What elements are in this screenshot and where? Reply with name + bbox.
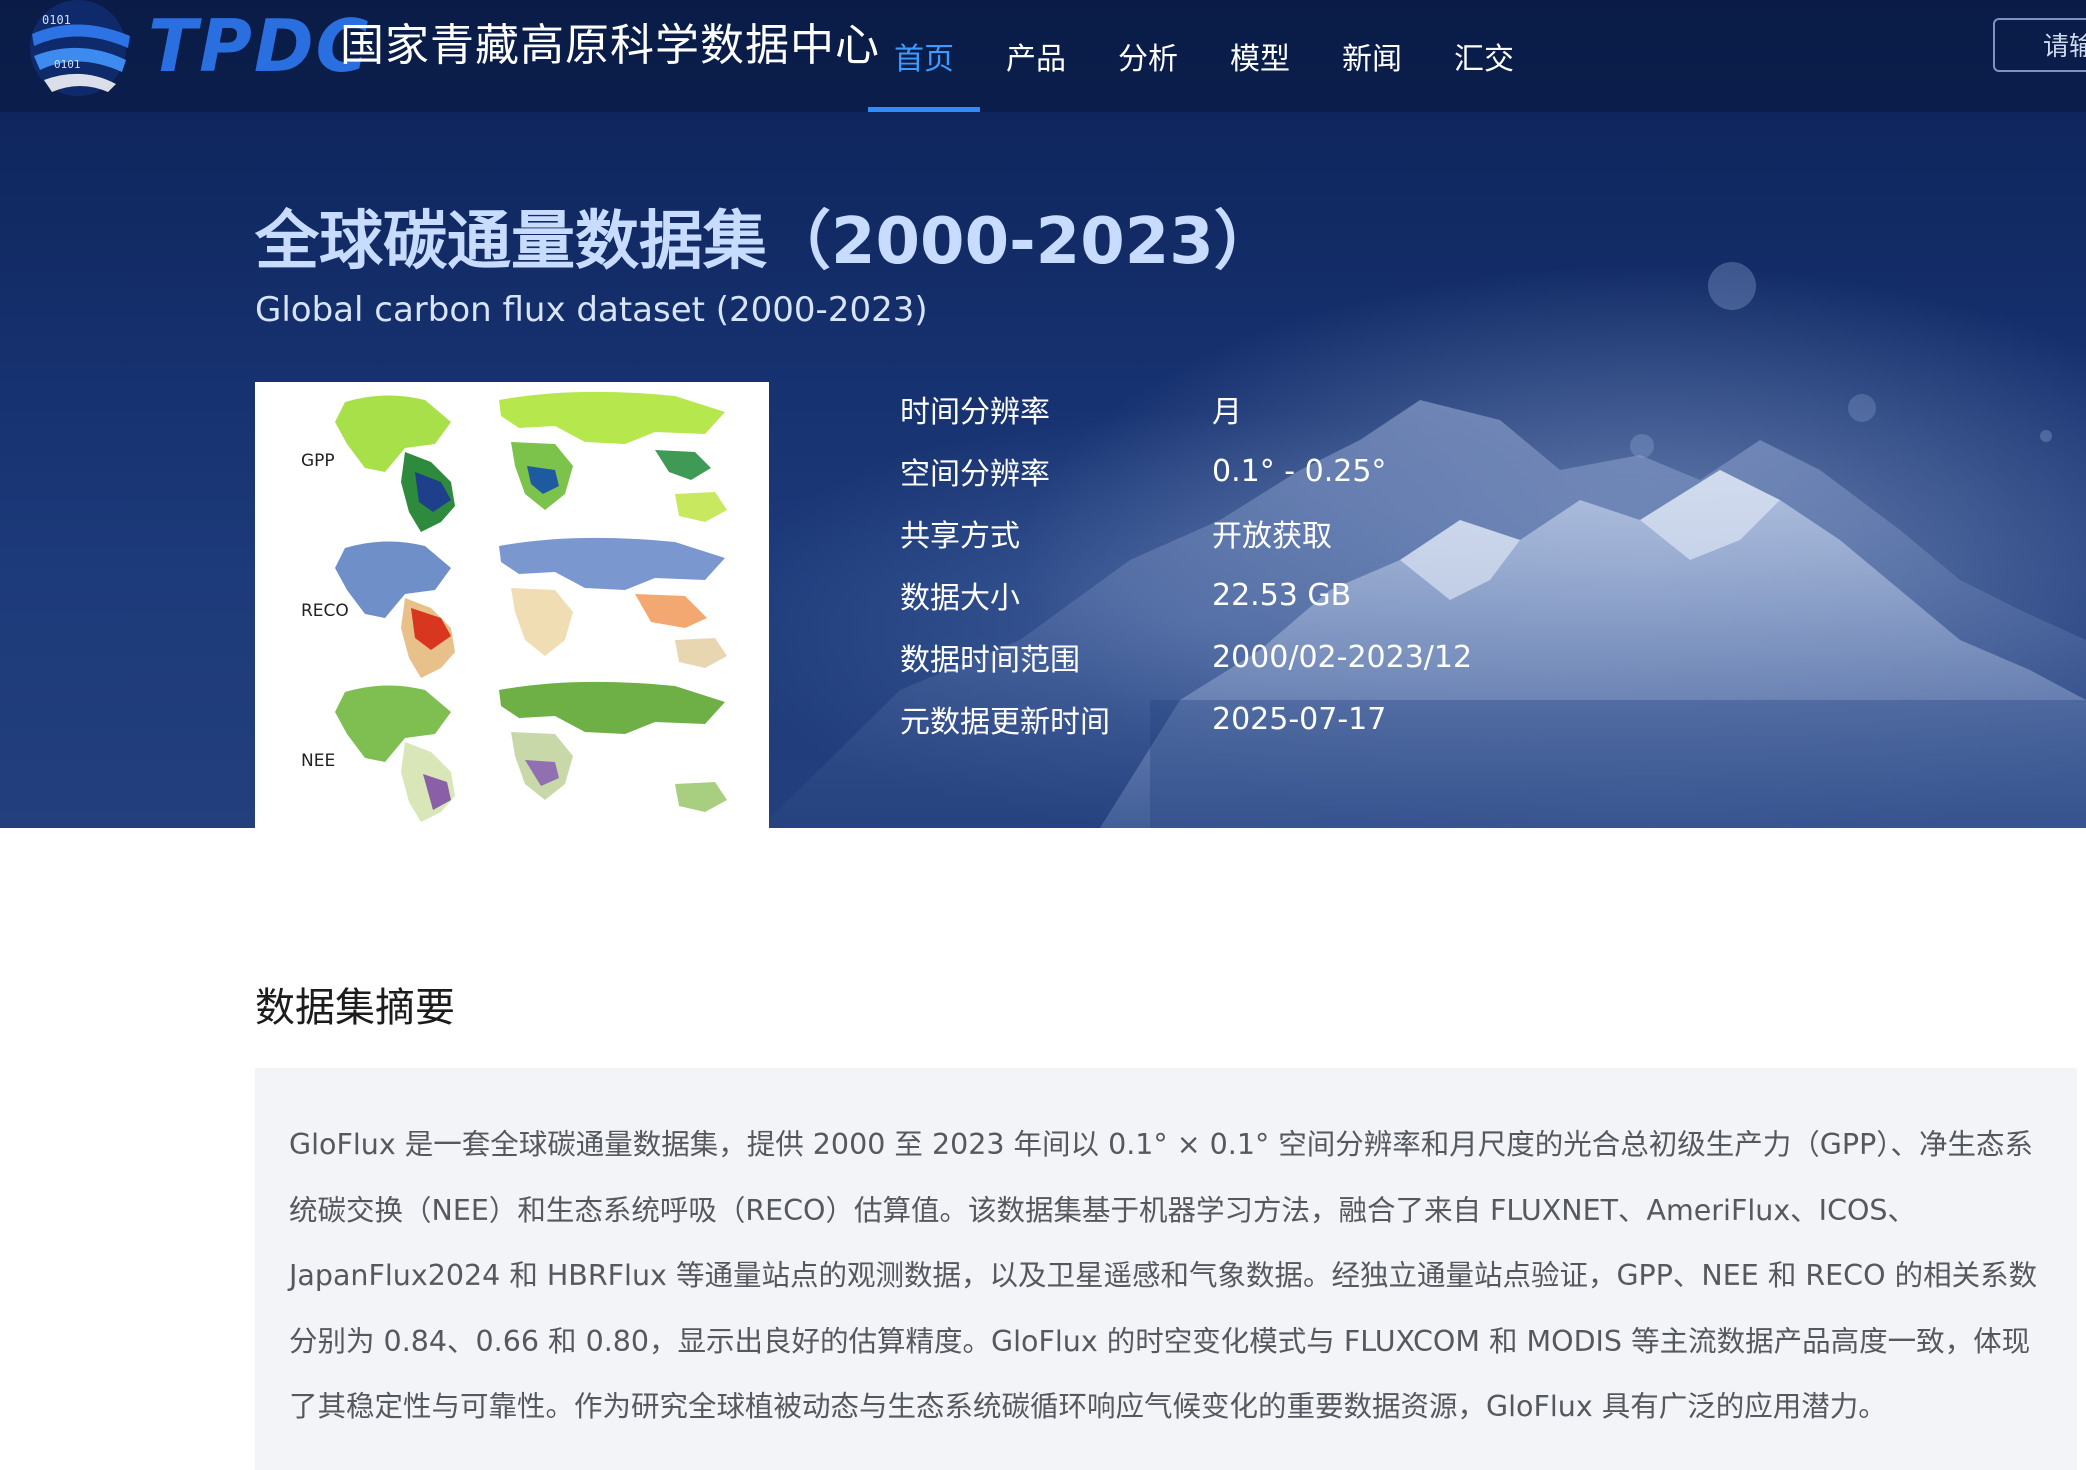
svg-text:0101: 0101 <box>42 13 71 27</box>
carbon-flux-maps-image: GPP RECO NEE <box>301 391 727 822</box>
meta-row-time-range: 数据时间范围 2000/02-2023/12 <box>900 626 1472 688</box>
thumb-label-nee: NEE <box>301 751 335 771</box>
globe-logo-icon[interactable]: 0101 0101 <box>20 0 138 106</box>
gpp-map <box>335 391 727 532</box>
nav-analysis[interactable]: 分析 <box>1092 0 1204 112</box>
meta-label: 空间分辨率 <box>900 457 1050 492</box>
thumb-label-gpp: GPP <box>301 451 335 471</box>
meta-label: 数据大小 <box>900 581 1020 616</box>
dataset-thumbnail[interactable]: GPP RECO NEE <box>255 382 769 828</box>
nav-news[interactable]: 新闻 <box>1316 0 1428 112</box>
meta-label: 数据时间范围 <box>900 643 1080 678</box>
search-input[interactable]: 请输 <box>1993 18 2086 72</box>
meta-label: 时间分辨率 <box>900 395 1050 430</box>
nav-home[interactable]: 首页 <box>868 0 980 112</box>
svg-text:0101: 0101 <box>54 58 81 71</box>
abstract-heading: 数据集摘要 <box>255 985 455 1031</box>
nee-map <box>335 681 727 822</box>
reco-map <box>335 537 727 678</box>
site-name[interactable]: 国家青藏高原科学数据中心 <box>340 18 880 74</box>
nav-products[interactable]: 产品 <box>980 0 1092 112</box>
meta-row-sharing: 共享方式 开放获取 <box>900 502 1472 564</box>
abstract-box: GloFlux 是一套全球碳通量数据集，提供 2000 至 2023 年间以 0… <box>255 1068 2077 1470</box>
nav-models[interactable]: 模型 <box>1204 0 1316 112</box>
meta-value: 22.53 GB <box>1212 577 1352 613</box>
meta-row-metadata-updated: 元数据更新时间 2025-07-17 <box>900 688 1472 750</box>
meta-row-data-size: 数据大小 22.53 GB <box>900 564 1472 626</box>
meta-value: 2025-07-17 <box>1212 701 1387 737</box>
dataset-title-en: Global carbon flux dataset (2000-2023) <box>255 290 928 330</box>
nav-submit[interactable]: 汇交 <box>1428 0 1540 112</box>
meta-value: 0.1° - 0.25° <box>1212 453 1387 489</box>
meta-value: 2000/02-2023/12 <box>1212 639 1473 675</box>
meta-row-time-resolution: 时间分辨率 月 <box>900 378 1472 440</box>
dataset-title-cn: 全球碳通量数据集（2000-2023） <box>255 205 1278 279</box>
abstract-text: GloFlux 是一套全球碳通量数据集，提供 2000 至 2023 年间以 0… <box>289 1128 2038 1424</box>
meta-value: 月 <box>1212 395 1242 430</box>
meta-label: 元数据更新时间 <box>900 705 1110 740</box>
dataset-metadata: 时间分辨率 月 空间分辨率 0.1° - 0.25° 共享方式 开放获取 数据大… <box>900 378 1472 750</box>
top-navigation-bar: 0101 0101 TPDC 国家青藏高原科学数据中心 首页 产品 分析 模型 … <box>0 0 2086 112</box>
meta-row-spatial-resolution: 空间分辨率 0.1° - 0.25° <box>900 440 1472 502</box>
logo-letters[interactable]: TPDC <box>148 6 371 86</box>
thumb-label-reco: RECO <box>301 601 349 621</box>
meta-value: 开放获取 <box>1212 519 1332 554</box>
meta-label: 共享方式 <box>900 519 1020 554</box>
hero-banner: 0101 0101 TPDC 国家青藏高原科学数据中心 首页 产品 分析 模型 … <box>0 0 2086 828</box>
main-nav: 首页 产品 分析 模型 新闻 汇交 <box>868 0 1540 112</box>
